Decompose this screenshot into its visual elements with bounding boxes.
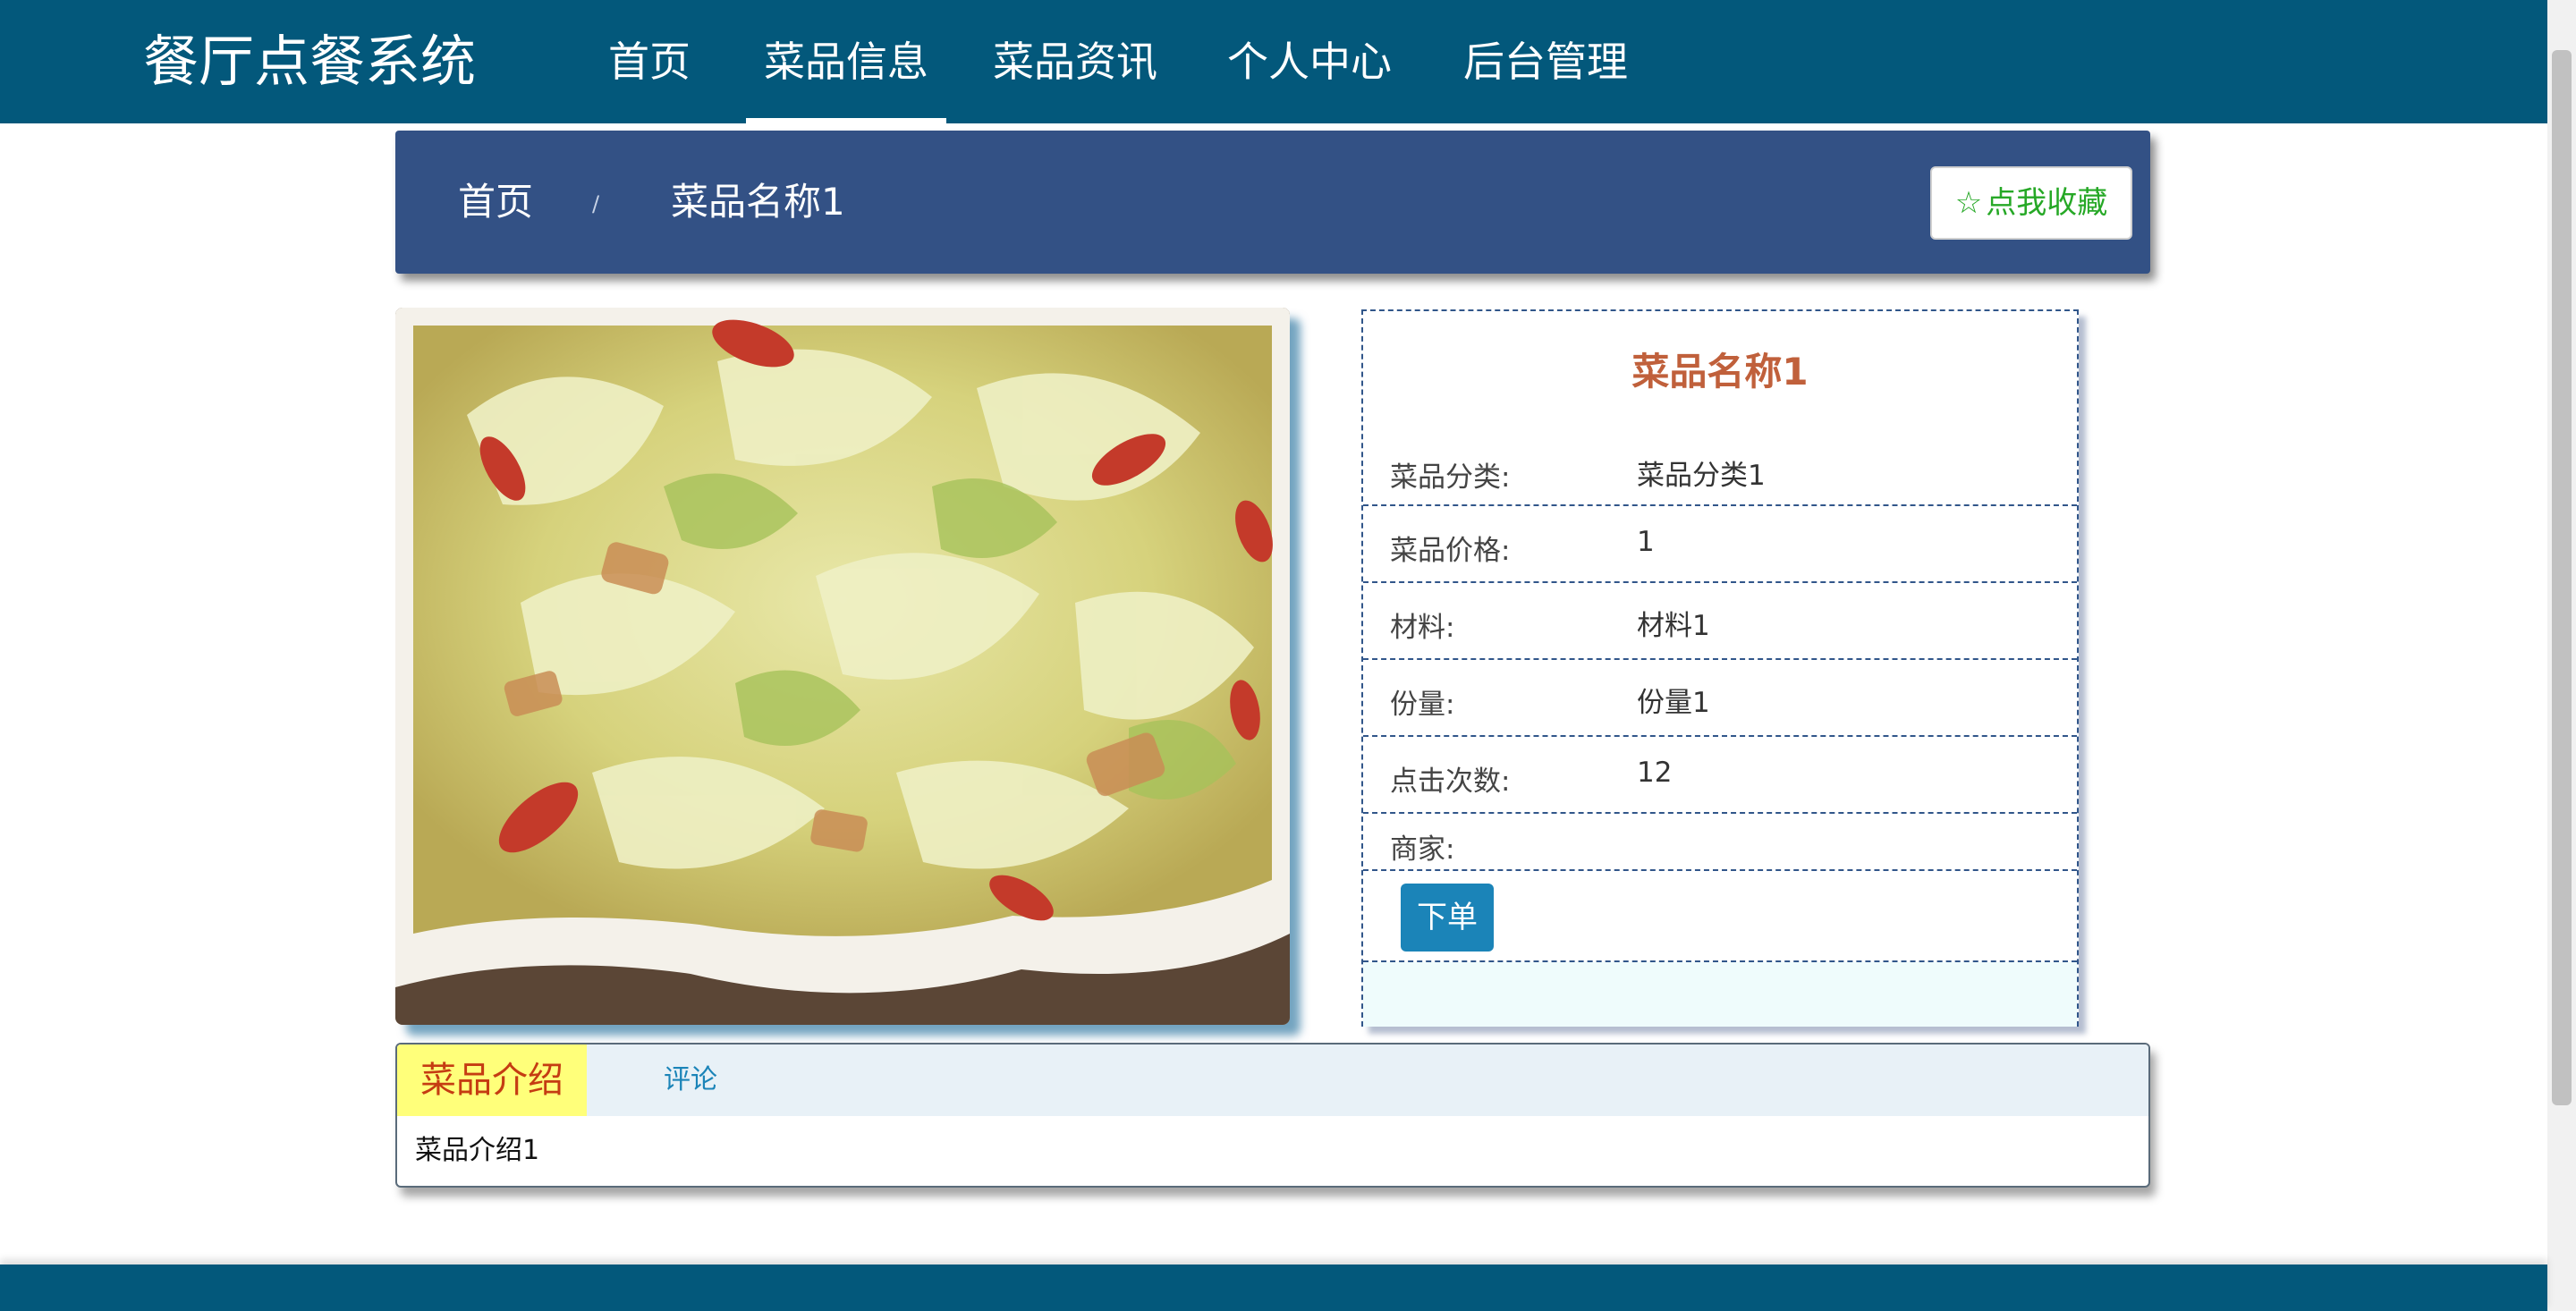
field-value: 12 [1637, 757, 1673, 789]
nav-item-dish-info[interactable]: 菜品信息 [746, 27, 946, 123]
field-label: 菜品价格: [1390, 535, 1511, 567]
site-brand[interactable]: 餐厅点餐系统 [143, 23, 476, 100]
dish-photo-illustration [395, 308, 1290, 1025]
field-row-merchant: 商家: [1363, 814, 2077, 871]
scrollbar-thumb[interactable] [2552, 50, 2572, 1105]
field-row-clicks: 点击次数: 12 [1363, 737, 2077, 814]
breadcrumb-home[interactable]: 首页 [458, 175, 533, 229]
page-scrollbar[interactable] [2547, 0, 2576, 1311]
detail-tabs: 菜品介绍 评论 菜品介绍1 [395, 1043, 2150, 1188]
tab-comments[interactable]: 评论 [601, 1045, 780, 1116]
nav-item-admin[interactable]: 后台管理 [1463, 27, 1628, 97]
field-row-portion: 份量: 份量1 [1363, 660, 2077, 737]
page-footer [0, 1264, 2547, 1311]
field-label: 点击次数: [1390, 765, 1511, 798]
dish-title: 菜品名称1 [1631, 350, 1809, 393]
nav-item-personal-center[interactable]: 个人中心 [1227, 27, 1392, 97]
field-row-category: 菜品分类: 菜品分类1 [1363, 436, 2077, 506]
dish-photo [395, 308, 1290, 1025]
field-label: 材料: [1390, 612, 1455, 644]
favorite-button[interactable]: ☆ 点我收藏 [1930, 166, 2132, 240]
dish-info-card: 菜品名称1 菜品分类: 菜品分类1 菜品价格: 1 材料: 材料1 份量: 份量… [1361, 309, 2079, 1027]
field-row-materials: 材料: 材料1 [1363, 583, 2077, 660]
nav-item-home[interactable]: 首页 [608, 27, 691, 97]
field-value: 菜品分类1 [1637, 460, 1766, 492]
top-navbar: 餐厅点餐系统 首页 菜品信息 菜品资讯 个人中心 后台管理 [0, 0, 2547, 123]
info-card-footer [1363, 962, 2077, 1027]
order-row: 下单 [1363, 871, 2077, 962]
tab-content: 菜品介绍1 [415, 1135, 540, 1166]
field-value: 材料1 [1637, 610, 1710, 642]
breadcrumb-separator: / [592, 191, 600, 216]
nav-item-dish-news[interactable]: 菜品资讯 [993, 27, 1157, 97]
tab-dish-intro[interactable]: 菜品介绍 [397, 1045, 587, 1116]
field-row-price: 菜品价格: 1 [1363, 506, 2077, 583]
field-label: 菜品分类: [1390, 461, 1511, 494]
field-value: 1 [1637, 526, 1655, 558]
breadcrumb: 首页 / 菜品名称1 ☆ 点我收藏 [395, 131, 2150, 274]
field-value: 份量1 [1637, 687, 1710, 719]
tabs-header: 菜品介绍 评论 [397, 1045, 2148, 1116]
star-outline-icon: ☆ [1954, 185, 1983, 221]
order-button[interactable]: 下单 [1401, 884, 1494, 952]
breadcrumb-current: 菜品名称1 [671, 180, 845, 224]
field-label: 份量: [1390, 689, 1455, 721]
favorite-button-label: 点我收藏 [1986, 185, 2108, 221]
field-label: 商家: [1390, 833, 1455, 866]
